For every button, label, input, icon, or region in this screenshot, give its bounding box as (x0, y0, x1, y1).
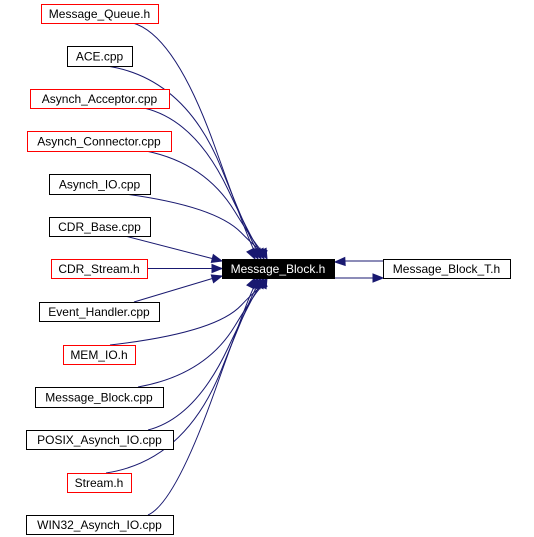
arrowhead (210, 274, 224, 284)
node-asynch-connector-cpp-label[interactable]: Asynch_Connector.cpp (37, 135, 161, 149)
arrowhead (211, 263, 224, 274)
node-win32-asynch-io-cpp-label[interactable]: WIN32_Asynch_IO.cpp (37, 518, 162, 532)
edge-win32-asynch-io-cpp (147, 285, 256, 516)
include-graph: Message_Queue.h ACE.cpp Asynch_Acceptor.cp… (0, 0, 534, 537)
node-message-block-h-label[interactable]: Message_Block.h (231, 262, 326, 276)
node-posix-asynch-io-cpp-label[interactable]: POSIX_Asynch_IO.cpp (37, 433, 162, 447)
edge-asynch-acceptor-cpp (143, 107, 262, 252)
node-mem-io-h-label[interactable]: MEM_IO.h (70, 348, 127, 362)
arrowhead (246, 276, 256, 290)
arrowhead (333, 256, 346, 267)
edge-event-handler-cpp (133, 277, 215, 303)
edge-cdr-base-cpp (124, 235, 215, 260)
edge-asynch-connector-cpp (145, 150, 265, 252)
node-asynch-acceptor-cpp-label[interactable]: Asynch_Acceptor.cpp (42, 92, 158, 106)
node-event-handler-cpp-label[interactable]: Event_Handler.cpp (48, 305, 150, 319)
node-cdr-stream-h-label[interactable]: CDR_Stream.h (58, 262, 139, 276)
node-ace-cpp-label[interactable]: ACE.cpp (76, 50, 124, 64)
node-stream-h-label[interactable]: Stream.h (75, 476, 124, 490)
node-cdr-base-cpp-label[interactable]: CDR_Base.cpp (58, 220, 141, 234)
include-graph-svg: Message_Queue.h ACE.cpp Asynch_Acceptor.cp… (26, 4, 511, 535)
node-message-queue-h-label[interactable]: Message_Queue.h (49, 7, 150, 21)
node-message-block-cpp-label[interactable]: Message_Block.cpp (45, 391, 153, 405)
arrowhead (372, 273, 385, 283)
edge-posix-asynch-io-cpp (147, 285, 262, 431)
node-message-block-t-h-label[interactable]: Message_Block_T.h (393, 262, 500, 276)
arrowhead (210, 253, 224, 263)
node-asynch-io-cpp-label[interactable]: Asynch_IO.cpp (59, 178, 141, 192)
